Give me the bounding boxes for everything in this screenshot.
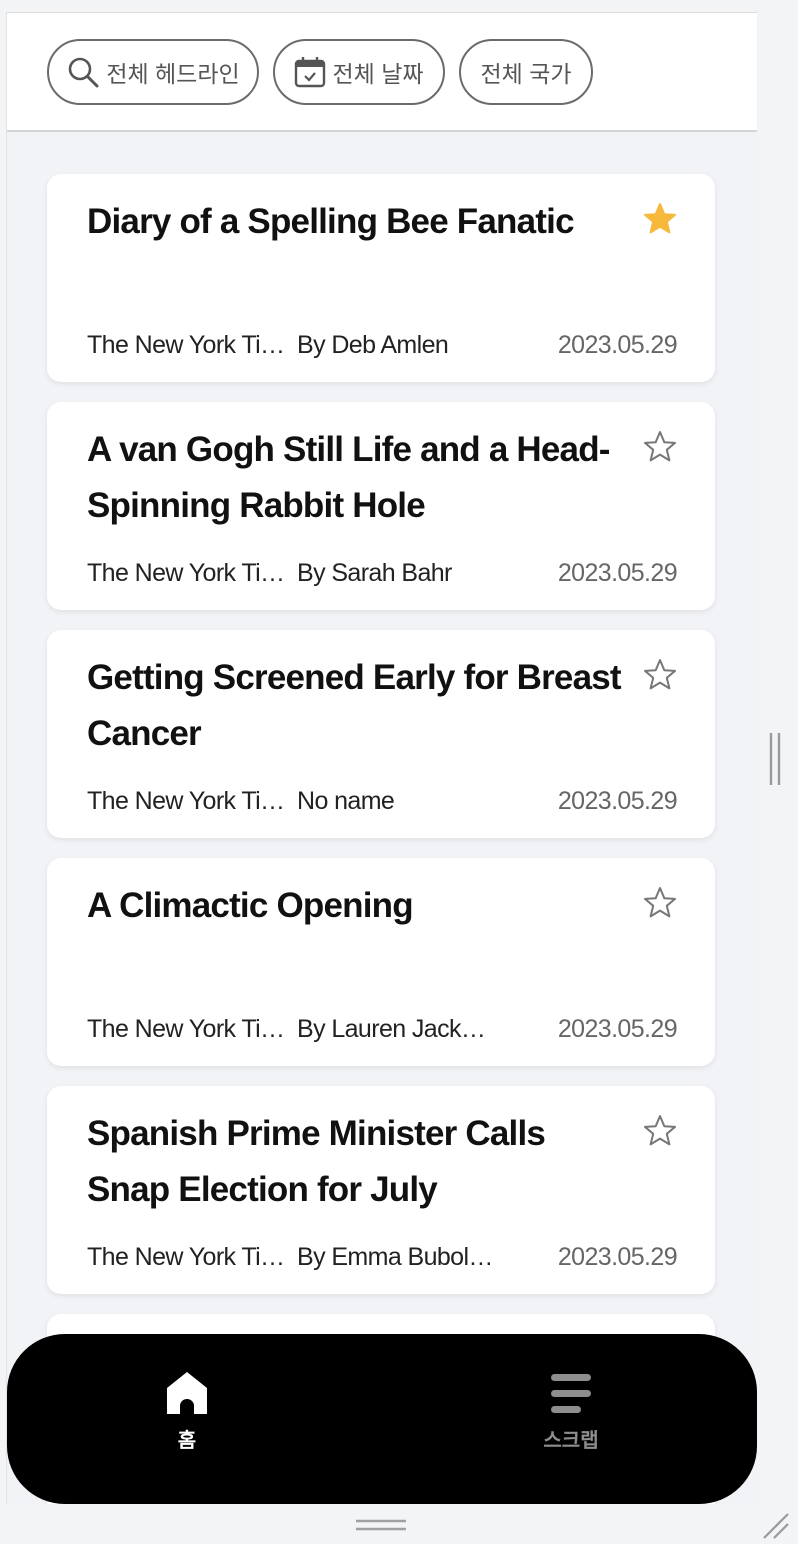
article-meta: The New York Ti… By Lauren Jackson 2023.05… xyxy=(87,1014,678,1044)
article-source: The New York Ti… xyxy=(87,1242,285,1271)
article-date: 2023.05.29 xyxy=(557,558,678,587)
star-icon[interactable] xyxy=(643,1114,677,1148)
article-author: By Emma Bubol… xyxy=(297,1242,493,1271)
calendar-icon xyxy=(295,57,326,88)
article-card[interactable]: Spanish Prime Minister Calls Snap Electi… xyxy=(47,1086,715,1294)
country-filter-button[interactable]: 전체 국가 xyxy=(459,39,593,105)
nav-home[interactable]: 홈 xyxy=(127,1370,247,1453)
article-meta: The New York Ti… By Emma Bubol… 2023.05.29 xyxy=(87,1242,678,1272)
article-title: Getting Screened Early for Breast Cancer xyxy=(87,658,622,753)
article-author: By Sarah Bahr xyxy=(297,558,452,587)
star-icon[interactable] xyxy=(643,202,677,236)
scrap-list-icon xyxy=(551,1374,591,1413)
article-author: No name xyxy=(297,786,395,815)
headline-filter-button[interactable]: 전체 헤드라인 xyxy=(47,39,259,105)
article-date: 2023.05.29 xyxy=(557,786,678,815)
star-icon[interactable] xyxy=(643,430,677,464)
star-icon[interactable] xyxy=(643,658,677,692)
app-screen: 전체 헤드라인 전체 날짜 전체 국가 Diary of a Spelling … xyxy=(6,12,757,1504)
article-title: Spanish Prime Minister Calls Snap Electi… xyxy=(87,1114,546,1209)
article-card[interactable]: A van Gogh Still Life and a Head-Spinnin… xyxy=(47,402,715,610)
resize-handle-bar[interactable] xyxy=(355,1518,407,1532)
article-card[interactable]: Diary of a Spelling Bee Fanatic The New Y… xyxy=(47,174,715,382)
scrollbar-handle[interactable] xyxy=(769,732,781,786)
date-filter-label: 전체 날짜 xyxy=(332,61,424,87)
article-source: The New York Ti… xyxy=(87,1014,285,1043)
headline-filter-label: 전체 헤드라인 xyxy=(106,61,240,87)
article-date: 2023.05.29 xyxy=(557,330,678,359)
article-author: By Deb Amlen xyxy=(297,330,449,359)
article-card[interactable]: Getting Screened Early for Breast Cancer… xyxy=(47,630,715,838)
article-author: By Lauren Jackson xyxy=(297,1014,497,1043)
filter-bar: 전체 헤드라인 전체 날짜 전체 국가 xyxy=(7,12,757,132)
article-date: 2023.05.29 xyxy=(557,1014,678,1043)
nav-home-label: 홈 xyxy=(177,1430,197,1452)
nav-scrap[interactable]: 스크랩 xyxy=(511,1370,631,1453)
star-icon[interactable] xyxy=(643,886,677,920)
search-icon xyxy=(69,57,99,88)
article-source: The New York Ti… xyxy=(87,558,285,587)
article-card[interactable]: A Climactic Opening The New York Ti… By La… xyxy=(47,858,715,1066)
article-source: The New York Ti… xyxy=(87,786,285,815)
date-filter-button[interactable]: 전체 날짜 xyxy=(273,39,445,105)
article-date: 2023.05.29 xyxy=(557,1242,678,1271)
bottom-navigation: 홈 스크랩 xyxy=(7,1334,757,1504)
country-filter-label: 전체 국가 xyxy=(480,61,572,87)
article-meta: The New York Ti… By Sarah Bahr 2023.05.29 xyxy=(87,558,678,588)
home-icon xyxy=(167,1372,207,1414)
article-meta: The New York Ti… No name 2023.05.29 xyxy=(87,786,678,816)
article-source: The New York Ti… xyxy=(87,330,285,359)
article-title: A Climactic Opening xyxy=(87,886,414,925)
nav-scrap-label: 스크랩 xyxy=(543,1430,599,1452)
article-title: Diary of a Spelling Bee Fanatic xyxy=(87,202,575,241)
article-title: A van Gogh Still Life and a Head-Spinnin… xyxy=(87,430,610,525)
resize-corner-icon[interactable] xyxy=(762,1512,790,1540)
article-meta: The New York Ti… By Deb Amlen 2023.05.29 xyxy=(87,330,678,360)
